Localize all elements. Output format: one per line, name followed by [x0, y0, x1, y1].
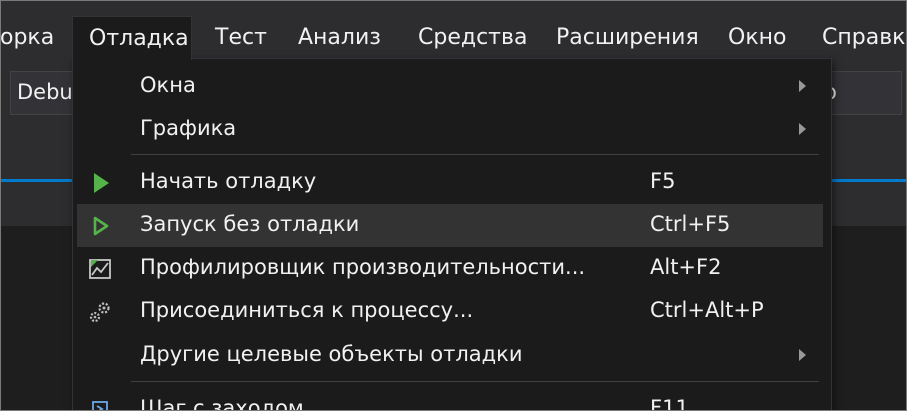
submenu-arrow-icon	[799, 123, 806, 135]
menu-item-performance-profiler[interactable]: Профилировщик производительности... Alt+…	[77, 247, 823, 290]
menu-item-shortcut: Ctrl+Alt+P	[650, 298, 764, 322]
step-into-icon	[87, 397, 113, 411]
menu-item-label: Окна	[140, 73, 196, 97]
menu-tools[interactable]: Средства	[418, 16, 527, 60]
menu-item-shortcut: F11	[650, 396, 689, 411]
menu-item-label: Начать отладку	[140, 169, 317, 193]
menu-item-graphics[interactable]: Графика	[77, 108, 823, 151]
menu-item-label: Профилировщик производительности...	[140, 255, 586, 279]
menu-item-other-debug-targets[interactable]: Другие целевые объекты отладки	[77, 334, 823, 377]
menu-item-shortcut: F5	[650, 169, 676, 193]
menu-item-label: Другие целевые объекты отладки	[140, 342, 523, 366]
submenu-arrow-icon	[799, 80, 806, 92]
menu-help[interactable]: Справка	[822, 16, 907, 60]
debug-menu-dropdown: Окна Графика Начать отладку F5 Запуск бе…	[72, 58, 832, 411]
play-solid-icon	[87, 170, 113, 196]
menu-extensions[interactable]: Расширения	[556, 16, 699, 60]
menu-separator	[131, 154, 819, 155]
menu-item-label: Графика	[140, 116, 237, 140]
attach-process-gears-icon	[87, 299, 113, 325]
menu-item-start-debugging[interactable]: Начать отладку F5	[77, 161, 823, 204]
menu-analyze[interactable]: Анализ	[298, 16, 381, 60]
menu-build[interactable]: орка	[0, 16, 54, 60]
menu-test[interactable]: Тест	[215, 16, 267, 60]
menu-debug[interactable]: Отладка	[72, 16, 192, 60]
menu-item-label: Присоединиться к процессу...	[140, 298, 474, 322]
menu-separator	[131, 381, 819, 382]
menu-item-label: Запуск без отладки	[140, 212, 360, 236]
play-outline-icon	[87, 213, 113, 239]
menu-debug-label: Отладка	[89, 26, 189, 51]
menu-item-windows[interactable]: Окна	[77, 65, 823, 108]
menu-item-shortcut: Alt+F2	[650, 255, 722, 279]
menu-item-attach-to-process[interactable]: Присоединиться к процессу... Ctrl+Alt+P	[77, 290, 823, 333]
solution-configuration-value: Debu	[17, 80, 73, 104]
performance-profiler-icon	[87, 256, 113, 282]
toolbar-combo[interactable]: о	[822, 71, 902, 115]
menu-item-step-into[interactable]: Шаг с заходом F11	[77, 388, 823, 411]
menu-item-label: Шаг с заходом	[140, 396, 304, 411]
submenu-arrow-icon	[799, 349, 806, 361]
menu-item-start-without-debugging[interactable]: Запуск без отладки Ctrl+F5	[77, 204, 823, 247]
menu-window[interactable]: Окно	[728, 16, 786, 60]
menu-item-shortcut: Ctrl+F5	[650, 212, 731, 236]
